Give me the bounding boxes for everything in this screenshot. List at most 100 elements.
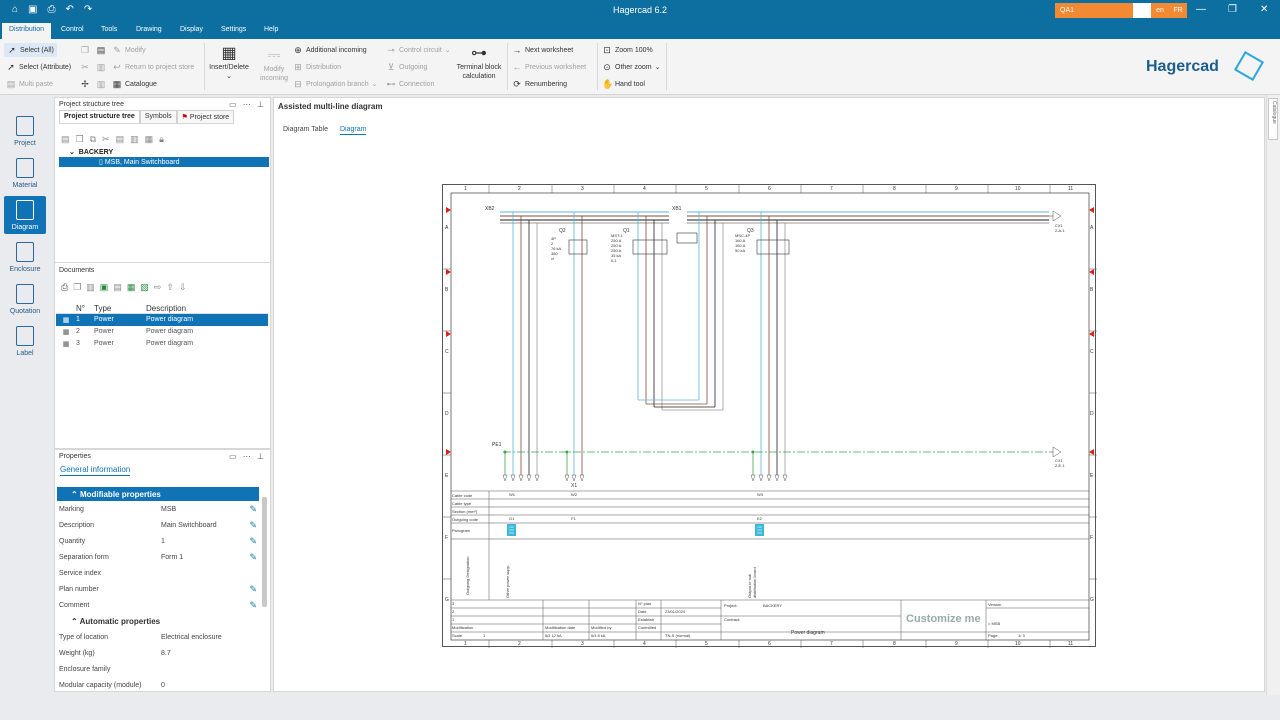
table-row[interactable]: ▦ 1 Power Power diagram	[56, 314, 268, 326]
insert-delete-button[interactable]: ▦ Insert/Delete ⌄	[206, 45, 252, 81]
multi-paste-button[interactable]: ▤ Multi paste	[6, 77, 53, 91]
copy-icon[interactable]: ❐	[80, 43, 90, 57]
sidebar-item-quotation[interactable]: Quotation	[4, 284, 46, 316]
sidebar-item-enclosure[interactable]: Enclosure	[4, 242, 46, 274]
minimize-icon[interactable]: —	[1196, 4, 1206, 15]
edit-icon[interactable]: ✎	[249, 584, 257, 595]
prop-marking[interactable]: Marking MSB ✎	[57, 502, 259, 518]
lang-en[interactable]: en	[1151, 3, 1169, 18]
add-doc-icon[interactable]: ▣	[100, 282, 109, 293]
menu-drawing[interactable]: Drawing	[136, 26, 162, 33]
close-icon[interactable]: ✕	[1260, 4, 1268, 15]
catalogue-side-tab[interactable]: Catalogue	[1268, 98, 1278, 140]
copy-icon[interactable]: ❐	[73, 282, 81, 293]
trash-icon[interactable]: ▥	[96, 77, 106, 91]
edit-icon[interactable]: ✎	[249, 504, 257, 515]
edit-icon[interactable]: ✎	[249, 520, 257, 531]
menu-display[interactable]: Display	[180, 26, 203, 33]
delete-icon[interactable]: ▥	[86, 282, 95, 293]
edit-icon[interactable]: ✎	[249, 536, 257, 547]
tab-diagram-table[interactable]: Diagram Table	[283, 126, 328, 133]
col-label: 2	[518, 186, 521, 192]
sidebar-item-material[interactable]: Material	[4, 158, 46, 190]
arrow-down-icon[interactable]: ⇩	[179, 282, 187, 293]
prop-comment[interactable]: Comment ✎	[57, 598, 259, 614]
table-row[interactable]: ▦ 3 Power Power diagram	[56, 338, 268, 350]
cut-icon[interactable]: ✂	[80, 60, 90, 74]
additional-incoming-button[interactable]: ⊕ Additional incoming	[293, 43, 366, 57]
doc3-icon[interactable]: ▦	[127, 282, 136, 293]
select-attribute-button[interactable]: ➚ Select (Attribute)	[6, 60, 71, 74]
tab-diagram[interactable]: Diagram	[340, 126, 367, 135]
tab-project-store[interactable]: ⚑ Project store	[176, 110, 235, 123]
section-modifiable[interactable]: ⌃ Modifiable properties	[57, 487, 259, 501]
tb-mod-by: Modified by	[591, 625, 612, 630]
qa-field[interactable]: QA1	[1055, 3, 1133, 18]
doc4-icon[interactable]: ▧	[140, 282, 149, 293]
sidebar-item-project[interactable]: Project	[4, 116, 46, 148]
zoom-100-button[interactable]: ⊡ Zoom 100%	[602, 43, 653, 57]
edit-icon[interactable]: ✎	[249, 600, 257, 611]
duplicate-icon[interactable]: ⧉	[90, 134, 96, 145]
modify-incoming-button[interactable]: ⎓ Modify incoming	[256, 47, 292, 83]
delete-icon[interactable]: ▥	[130, 134, 139, 145]
terminal-block-button[interactable]: ⊶ Terminal block calculation	[453, 45, 505, 81]
modify-button[interactable]: ✎ Modify	[112, 43, 145, 57]
tree-item-selected[interactable]: ▯ MSB, Main Switchboard	[59, 157, 269, 167]
maximize-icon[interactable]: ❐	[1228, 4, 1237, 15]
prolongation-button[interactable]: ⊟ Prolongation branch ⌄	[293, 77, 377, 91]
enclosure-icon[interactable]: ▤	[61, 134, 70, 145]
pencil-icon: ✎	[113, 44, 121, 55]
panel-controls-icon[interactable]: ▭ ⋯ ⊥	[229, 100, 266, 109]
table-row[interactable]: ▦ 2 Power Power diagram	[56, 326, 268, 338]
control-circuit-button[interactable]: ⊸ Control circuit ⌄	[386, 43, 450, 57]
diagram-sheet[interactable]: 1 2 3 4 5 6 7 8 9 10 11 1 2 3 4 5 6 7 8 …	[442, 184, 1097, 648]
connection-button[interactable]: ⊷ Connection	[386, 77, 435, 91]
prop-description[interactable]: Description Main Switchboard ✎	[57, 518, 259, 534]
lock-icon[interactable]: 🔒︎	[159, 134, 164, 145]
properties-scrollbar[interactable]	[262, 497, 267, 607]
doc2-icon[interactable]: ▤	[113, 282, 122, 293]
sidebar-item-diagram[interactable]: Diagram	[4, 196, 46, 234]
hand-tool-button[interactable]: ✋ Hand tool	[602, 77, 645, 91]
next-worksheet-button[interactable]: → Next worksheet	[512, 43, 574, 57]
menu-control[interactable]: Control	[61, 26, 84, 33]
prop-plan-number[interactable]: Plan number ✎	[57, 582, 259, 598]
sidebar-item-label[interactable]: Label	[4, 326, 46, 358]
prop-service-index[interactable]: Service index	[57, 566, 259, 582]
export-icon[interactable]: ⇨	[154, 282, 162, 293]
menu-settings[interactable]: Settings	[221, 26, 246, 33]
return-store-button[interactable]: ↩ Return to project store	[112, 60, 194, 74]
menu-tools[interactable]: Tools	[101, 26, 117, 33]
copy-icon[interactable]: ❐	[76, 134, 84, 145]
panel-controls-icon[interactable]: ▭ ⋯ ⊥	[229, 452, 266, 461]
catalogue-button[interactable]: ▦ Catalogue	[112, 77, 157, 91]
prop-quantity[interactable]: Quantity 1 ✎	[57, 534, 259, 550]
lang-fr[interactable]: FR	[1169, 3, 1187, 18]
tab-symbols[interactable]: Symbols	[139, 110, 177, 123]
menu-distribution[interactable]: Distribution	[2, 23, 52, 39]
other-zoom-button[interactable]: ⊙ Other zoom ⌄	[602, 60, 660, 74]
tree-root[interactable]: ⌄ BACKERY	[69, 148, 113, 156]
arrow-up-icon[interactable]: ⇧	[166, 282, 174, 293]
outgoing-button[interactable]: ⊻ Outgoing	[386, 60, 428, 74]
prop-separation-form[interactable]: Separation form Form 1 ✎	[57, 550, 259, 566]
select-all-button[interactable]: ➚ Select (All)	[4, 43, 57, 57]
document-icon[interactable]: ▦	[145, 134, 154, 145]
renumbering-button[interactable]: ⟳ Renumbering	[512, 77, 567, 91]
section-automatic[interactable]: ⌃ Automatic properties	[57, 614, 259, 628]
previous-worksheet-button[interactable]: ← Previous worksheet	[512, 60, 587, 74]
paste-icon[interactable]: ▤	[116, 134, 125, 145]
tab-project-structure[interactable]: Project structure tree	[59, 110, 140, 123]
qa-white-box[interactable]	[1133, 3, 1151, 18]
tb-customize[interactable]: Customize me	[906, 613, 981, 625]
edit-icon[interactable]: ✎	[249, 552, 257, 563]
tools-icon[interactable]: ✢	[80, 77, 90, 91]
distribution-button[interactable]: ⊞ Distribution	[293, 60, 341, 74]
cut-icon[interactable]: ✂	[102, 134, 110, 145]
delete-icon[interactable]: ▥	[96, 60, 106, 74]
clipboard-icon[interactable]: ▤	[96, 43, 106, 57]
print-icon[interactable]: ⎙	[61, 282, 68, 293]
menu-help[interactable]: Help	[264, 26, 278, 33]
tab-general-information[interactable]: General information	[60, 465, 131, 476]
